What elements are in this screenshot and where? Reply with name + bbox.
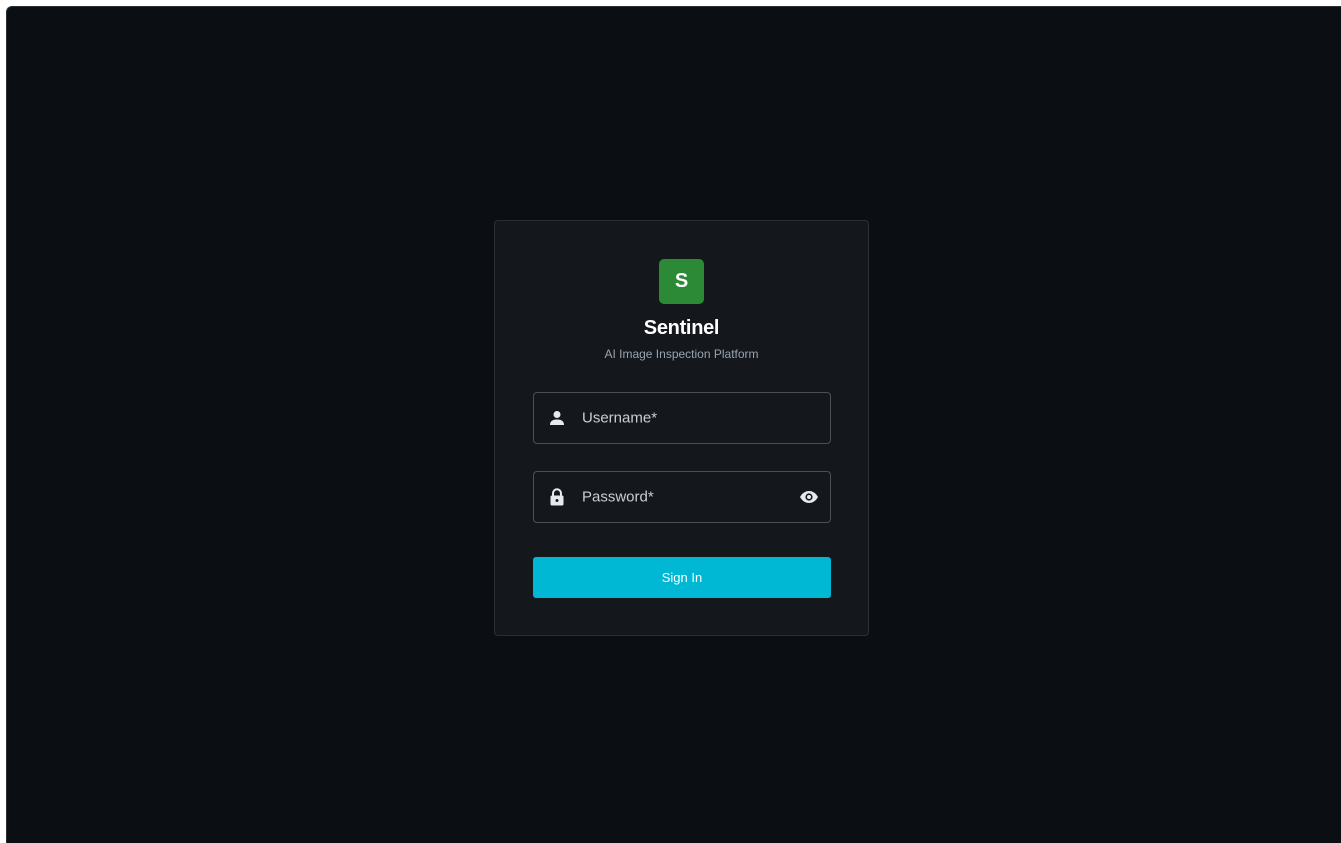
brand-subtitle: AI Image Inspection Platform xyxy=(604,347,759,361)
password-input[interactable] xyxy=(534,472,830,522)
brand-logo: S xyxy=(659,259,704,304)
brand-title: Sentinel xyxy=(643,317,720,339)
username-field[interactable]: Username* xyxy=(533,392,831,444)
password-field[interactable]: Password* xyxy=(533,471,831,523)
login-card: S Sentinel AI Image Inspection Platform … xyxy=(494,220,869,636)
logo-letter: S xyxy=(674,270,689,292)
eye-icon[interactable] xyxy=(798,486,820,508)
app-window: S Sentinel AI Image Inspection Platform … xyxy=(6,6,1341,843)
username-input[interactable] xyxy=(534,393,830,443)
sign-in-button[interactable]: Sign In xyxy=(533,557,831,598)
